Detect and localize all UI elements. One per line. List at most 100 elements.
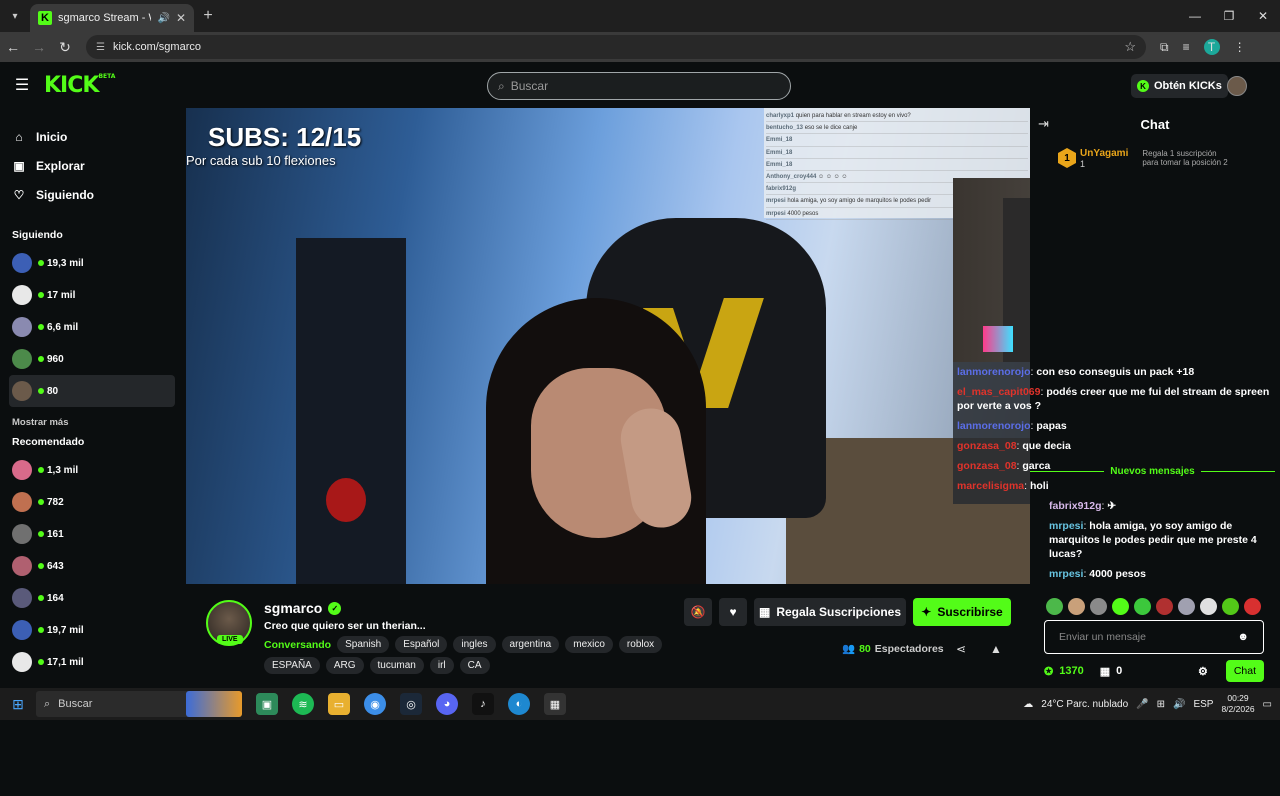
emote-icon[interactable] — [1156, 598, 1173, 615]
restore-icon[interactable]: ❐ — [1212, 0, 1246, 32]
network-icon[interactable]: ⊞ — [1157, 699, 1165, 710]
sidebar-channel[interactable]: davooxeneizeConversando19,7 mil — [12, 614, 1030, 796]
reload-icon[interactable]: ↻ — [52, 39, 78, 56]
chat-username[interactable]: fabrix912g — [1049, 500, 1102, 512]
emote-icon[interactable] — [1222, 598, 1239, 615]
sidebar-channel[interactable]: CoscuLeague of Legends960 — [12, 343, 1030, 796]
chat-username[interactable]: lanmorenorojo — [957, 366, 1031, 378]
chat-username[interactable]: lanmorenorojo — [957, 420, 1031, 432]
video-player[interactable]: SUBS: 12/15 Por cada sub 10 flexiones ch… — [186, 108, 1030, 584]
extensions-icon[interactable]: ⧉ — [1160, 40, 1169, 55]
report-icon[interactable]: ▲ — [990, 642, 1002, 656]
stream-category[interactable]: Conversando — [264, 639, 331, 651]
close-window-icon[interactable]: ✕ — [1246, 0, 1280, 32]
profile-avatar[interactable]: T — [1203, 39, 1220, 55]
show-more-link[interactable]: Mostrar más — [12, 417, 186, 428]
chat-username[interactable]: mrpesi — [1049, 520, 1083, 532]
tiktok-icon[interactable]: ♪ — [472, 693, 494, 715]
sidebar-channel[interactable]: sgmarco Conversando 80 — [9, 375, 1030, 796]
clock[interactable]: 00:29 8/2/2026 — [1221, 693, 1254, 715]
xbox-app-icon[interactable]: ▣ — [256, 693, 278, 715]
notifications-icon[interactable]: ▭ — [1263, 699, 1272, 710]
chat-username[interactable]: gonzasa_08 — [957, 440, 1017, 452]
url-field[interactable]: ☰ kick.com/sgmarco ☆ — [86, 35, 1146, 59]
nav-home[interactable]: ⌂ Inicio — [12, 122, 186, 151]
chat-username[interactable]: marcelisigma — [957, 480, 1024, 492]
minimize-icon[interactable]: — — [1178, 0, 1212, 32]
browser-menu-icon[interactable]: ⋮ — [1234, 40, 1246, 54]
emote-icon[interactable] — [1112, 598, 1129, 615]
get-kicks-button[interactable]: K Obtén KICKs — [1131, 74, 1228, 98]
emote-icon[interactable] — [1134, 598, 1151, 615]
sidebar-channel[interactable]: Sonic4dSlots & Casino161 — [12, 518, 1030, 796]
mute-notifications-button[interactable]: 🔕 — [684, 598, 712, 626]
nav-following[interactable]: ♡ Siguiendo — [12, 180, 186, 209]
gift-icon[interactable]: ▦ — [1100, 665, 1110, 678]
taskbar-search[interactable]: ⌕ Buscar — [36, 691, 242, 717]
subscribe-button[interactable]: ✦ Suscribirse — [913, 598, 1011, 626]
stream-tag[interactable]: tucuman — [369, 657, 424, 674]
chat-settings-icon[interactable]: ⚙ — [1198, 665, 1208, 678]
stream-tag[interactable]: Español — [395, 636, 448, 653]
browser-tab[interactable]: K sgmarco Stream - Watch Live 🔊 ✕ — [30, 4, 194, 32]
emoji-picker-icon[interactable]: ☻ — [1237, 631, 1249, 643]
stream-tag[interactable]: mexico — [565, 636, 613, 653]
edge-icon[interactable]: ◐ — [508, 693, 530, 715]
calculator-icon[interactable]: ▦ — [544, 693, 566, 715]
emote-icon[interactable] — [1200, 598, 1217, 615]
stream-tag[interactable]: CA — [459, 657, 490, 674]
tab-search-icon[interactable]: ▾ — [0, 0, 30, 32]
hamburger-menu-icon[interactable]: ☰ — [0, 75, 44, 95]
stream-tag[interactable]: ingles — [453, 636, 496, 653]
new-tab-button[interactable]: + — [194, 7, 222, 25]
collapse-chat-icon[interactable]: ⇥ — [1038, 116, 1049, 132]
bookmark-star-icon[interactable]: ☆ — [1124, 39, 1136, 55]
back-icon[interactable]: ← — [0, 39, 26, 55]
audio-playing-icon[interactable]: 🔊 — [157, 13, 169, 24]
leaderboard-user[interactable]: UnYagami — [1080, 148, 1128, 159]
emote-icon[interactable] — [1178, 598, 1195, 615]
sidebar-channel[interactable]: SoyBB7Grand Theft Auto V (G...164 — [12, 582, 1030, 796]
search-input[interactable]: ⌕ Buscar — [487, 72, 791, 100]
stream-tag[interactable]: argentina — [501, 636, 560, 653]
sidebar-channel[interactable]: EmikukisIRL1,3 mil — [12, 454, 1030, 796]
discord-icon[interactable]: ◕ — [436, 693, 458, 715]
kick-logo[interactable]: KICKBETA — [44, 73, 115, 98]
tab-close-icon[interactable]: ✕ — [176, 11, 186, 25]
sidebar-channel[interactable]: LACOBRAAAConversando6,6 mil — [12, 311, 1030, 796]
forward-icon[interactable]: → — [26, 39, 52, 55]
stream-tag[interactable]: roblox — [618, 636, 663, 653]
stream-tag[interactable]: Spanish — [337, 636, 390, 653]
weather-text[interactable]: 24°C Parc. nublado — [1041, 699, 1128, 710]
site-info-icon[interactable]: ☰ — [96, 42, 105, 53]
weather-icon[interactable]: ☁ — [1023, 699, 1033, 710]
emote-icon[interactable] — [1068, 598, 1085, 615]
emote-icon[interactable] — [1090, 598, 1107, 615]
follow-heart-button[interactable]: ♥ — [719, 598, 747, 626]
sidebar-channel[interactable]: MisrraVBLeague of Legends643 — [12, 550, 1030, 796]
spotify-icon[interactable]: ≋ — [292, 693, 314, 715]
new-messages-divider[interactable]: Nuevos mensajes — [1030, 466, 1275, 477]
nav-explore[interactable]: ▣ Explorar — [12, 151, 186, 180]
chrome-icon[interactable]: ◉ — [364, 693, 386, 715]
send-chat-button[interactable]: Chat — [1225, 660, 1264, 682]
chat-username[interactable]: el_mas_capit069 — [957, 386, 1040, 398]
emote-icon[interactable] — [1244, 598, 1261, 615]
windows-start-icon[interactable]: ⊞ — [0, 696, 36, 713]
file-explorer-icon[interactable]: ▭ — [328, 693, 350, 715]
share-icon[interactable]: ⋖ — [956, 642, 966, 656]
stream-tag[interactable]: ESPAÑA — [264, 657, 320, 674]
user-avatar[interactable] — [1227, 76, 1247, 96]
chat-message-input[interactable]: Enviar un mensaje ☻ — [1044, 620, 1264, 654]
language-indicator[interactable]: ESP — [1193, 699, 1213, 710]
stream-tag[interactable]: irl — [429, 657, 454, 674]
streamer-name[interactable]: sgmarco — [264, 600, 322, 616]
emote-icon[interactable] — [1046, 598, 1063, 615]
chat-username[interactable]: gonzasa_08 — [957, 460, 1017, 472]
sidebar-channel[interactable]: SpreenConversando17,1 mil — [12, 646, 1030, 796]
media-control-icon[interactable]: ≡ — [1183, 40, 1190, 54]
kick-points-icon[interactable]: ✪ — [1044, 665, 1053, 678]
sidebar-channel[interactable]: davooxeneizeConversando19,3 mil — [12, 247, 1030, 796]
volume-icon[interactable]: 🔊 — [1173, 699, 1185, 710]
gift-subs-button[interactable]: ▦ Regala Suscripciones — [754, 598, 906, 626]
